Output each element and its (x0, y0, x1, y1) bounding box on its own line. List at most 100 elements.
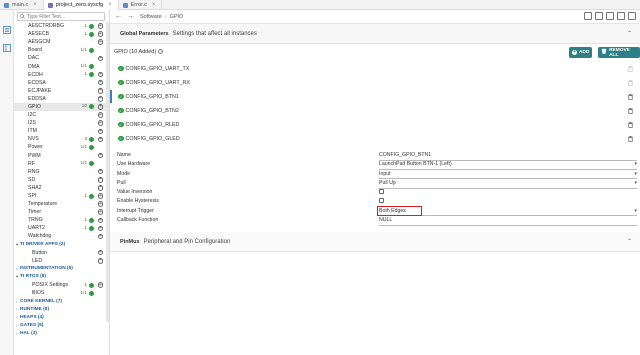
sidebar-item[interactable]: POSIX Settings 1 + (14, 281, 107, 289)
dropdown-arrow-icon[interactable]: ▾ (634, 161, 637, 167)
collapse-icon[interactable]: ⌃ (627, 238, 632, 245)
breadcrumb-software[interactable]: Software (140, 14, 162, 20)
add-instance-icon[interactable]: + (97, 258, 103, 264)
sidebar-item[interactable]: NVS 3 + (14, 135, 107, 143)
sidebar-group[interactable]: › INSTRUMENTATION (5) (14, 265, 107, 273)
close-icon[interactable]: × (152, 2, 156, 8)
sidebar-item[interactable]: PWM + (14, 152, 107, 160)
sidebar-group[interactable]: ▾ TI DRIVER APPS (2) (14, 241, 107, 249)
sidebar-group[interactable]: ▾ TI RTOS (8) (14, 273, 107, 281)
sidebar-group[interactable]: › HEAPS (4) (14, 313, 107, 321)
back-button[interactable]: ← (115, 13, 122, 20)
add-instance-icon[interactable]: + (97, 120, 103, 126)
add-instance-icon[interactable]: + (97, 31, 103, 37)
close-icon[interactable]: × (33, 2, 37, 8)
sidebar-item[interactable]: Watchdog + (14, 232, 107, 240)
search-icon[interactable] (606, 12, 614, 20)
sidebar-item[interactable]: TRNG 1 + (14, 216, 107, 224)
dropdown-arrow-icon[interactable]: ▾ (634, 171, 637, 177)
code-view-icon[interactable] (584, 12, 592, 20)
chevron-icon[interactable]: › (16, 323, 18, 328)
sidebar-item[interactable]: Board 1/1 (14, 46, 107, 54)
board-view-icon[interactable] (3, 44, 11, 52)
chevron-icon[interactable]: › (16, 315, 18, 320)
sidebar-item[interactable]: I2S + (14, 119, 107, 127)
sidebar-item[interactable]: SPI 1 + (14, 192, 107, 200)
sidebar-item[interactable]: SD + (14, 176, 107, 184)
add-instance-icon[interactable]: + (97, 137, 103, 143)
chevron-icon[interactable]: › (16, 266, 18, 271)
delete-icon[interactable] (628, 121, 633, 128)
sidebar-group[interactable]: › CORE KERNEL (7) (14, 297, 107, 305)
sidebar-item[interactable]: Button + (14, 249, 107, 257)
pinmux-header[interactable]: PinMux Peripheral and Pin Configuration … (110, 232, 640, 252)
help-icon[interactable] (628, 12, 636, 20)
sidebar-item[interactable]: UART2 1 + (14, 224, 107, 232)
sidebar-item[interactable]: ITM + (14, 127, 107, 135)
add-instance-icon[interactable]: + (97, 153, 103, 159)
add-instance-icon[interactable]: + (97, 80, 103, 86)
chevron-icon[interactable]: › (16, 299, 18, 304)
delete-icon[interactable] (628, 107, 633, 114)
gpio-instance[interactable]: ✓ CONFIG_GPIO_BTN2 (118, 104, 638, 117)
add-instance-icon[interactable]: + (97, 23, 103, 29)
sidebar-item[interactable]: BIOS 1/1 (14, 289, 107, 297)
collapse-icon[interactable]: ⌃ (627, 30, 632, 37)
sidebar-item[interactable]: RNG + (14, 168, 107, 176)
property-value[interactable]: NULL (379, 217, 392, 223)
editor-tab[interactable]: Error.c × (119, 0, 163, 10)
property-checkbox[interactable] (379, 189, 384, 195)
chevron-icon[interactable]: ▾ (16, 242, 18, 248)
sidebar-scrollbar[interactable] (106, 22, 109, 322)
generate-icon[interactable] (595, 12, 603, 20)
add-button[interactable]: + ADD (569, 47, 593, 58)
sidebar-item[interactable]: RF 1/1 (14, 160, 107, 168)
chevron-icon[interactable]: ▾ (16, 274, 18, 280)
info-icon[interactable]: ? (158, 49, 164, 54)
property-select-value[interactable]: Input (379, 171, 391, 177)
chevron-icon[interactable]: › (16, 331, 18, 336)
sidebar-item[interactable]: DMA 1/1 (14, 62, 107, 70)
sidebar-item[interactable]: AESECB 1 + (14, 30, 107, 38)
property-value[interactable]: CONFIG_GPIO_BTN1 (379, 152, 431, 158)
file-list-icon[interactable] (3, 26, 11, 34)
add-instance-icon[interactable]: + (97, 185, 103, 191)
close-icon[interactable]: × (108, 2, 112, 8)
sidebar-item[interactable]: SHA2 + (14, 184, 107, 192)
sidebar-item[interactable]: Temperature + (14, 200, 107, 208)
gpio-instance[interactable]: ✓ CONFIG_GPIO_GLED (118, 132, 638, 145)
add-instance-icon[interactable]: + (97, 209, 103, 215)
add-instance-icon[interactable]: + (97, 218, 103, 224)
filter-input[interactable] (27, 13, 97, 20)
remove-all-button[interactable]: 🗑︎ REMOVE ALL (598, 47, 640, 58)
gpio-instance[interactable]: ✓ CONFIG_GPIO_RLED (118, 118, 638, 131)
add-instance-icon[interactable]: + (97, 193, 103, 199)
sidebar-item[interactable]: Timer + (14, 208, 107, 216)
add-instance-icon[interactable]: + (97, 234, 103, 240)
property-checkbox[interactable] (379, 198, 384, 204)
editor-tab[interactable]: project_zero.syscfg × (43, 0, 119, 10)
gpio-instance[interactable]: ✓ CONFIG_GPIO_UART_RX (118, 76, 638, 89)
add-instance-icon[interactable]: + (97, 88, 103, 94)
sidebar-item[interactable]: AESGCM + (14, 38, 107, 46)
dropdown-arrow-icon[interactable]: ▾ (634, 208, 637, 214)
chevron-icon[interactable]: › (16, 307, 18, 312)
sidebar-item[interactable]: ECDH 1 + (14, 71, 107, 79)
gpio-instance[interactable]: ✓ CONFIG_GPIO_UART_TX (118, 62, 638, 75)
sidebar-item[interactable]: ECDSA + (14, 79, 107, 87)
sidebar-item[interactable]: LED + (14, 257, 107, 265)
gpio-instance[interactable]: ✓ CONFIG_GPIO_BTN1 (110, 90, 638, 103)
add-instance-icon[interactable]: + (97, 250, 103, 256)
add-instance-icon[interactable]: + (97, 56, 103, 62)
sidebar-item[interactable]: EDDSA + (14, 95, 107, 103)
delete-icon[interactable] (628, 65, 633, 72)
add-instance-icon[interactable]: + (97, 226, 103, 232)
sidebar-item[interactable]: ECJPAKE + (14, 87, 107, 95)
property-select-value[interactable]: LaunchPad Button BTN-1 (Left) (379, 161, 452, 167)
sidebar-group[interactable]: › GATES (5) (14, 321, 107, 329)
delete-icon[interactable] (628, 93, 633, 100)
editor-tab[interactable]: main.c × (0, 0, 44, 10)
add-instance-icon[interactable]: + (97, 72, 103, 78)
add-instance-icon[interactable]: + (97, 112, 103, 118)
sidebar-item[interactable]: GPIO 10 + (14, 102, 107, 112)
